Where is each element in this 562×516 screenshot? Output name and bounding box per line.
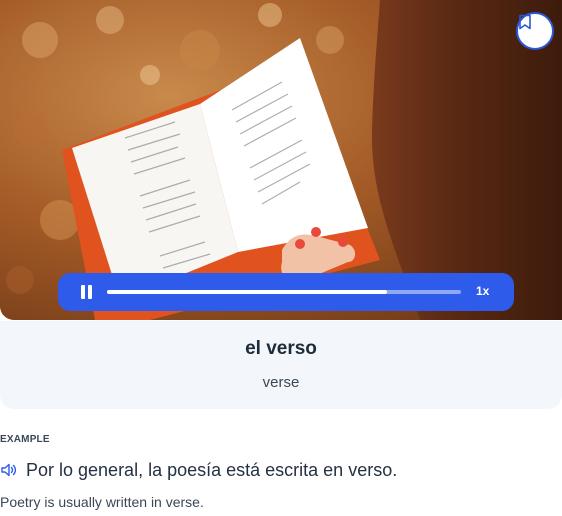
- pause-icon[interactable]: [78, 283, 94, 301]
- bookmark-button[interactable]: [516, 12, 554, 50]
- word-term: el verso: [245, 338, 317, 359]
- example-translation: Poetry is usually written in verse.: [0, 494, 204, 510]
- book-photo-illustration: [0, 0, 562, 320]
- audio-player: 1x: [58, 273, 514, 311]
- bookmark-icon: [519, 14, 531, 30]
- audio-progress-track[interactable]: [107, 290, 461, 294]
- audio-progress-fill: [107, 290, 387, 294]
- word-translation: verse: [262, 374, 300, 391]
- word-card: el verso verse: [0, 321, 562, 409]
- playback-speed-button[interactable]: 1x: [476, 284, 489, 298]
- example-label: EXAMPLE: [0, 434, 50, 445]
- word-image: 1x: [0, 0, 562, 320]
- speaker-icon[interactable]: [0, 461, 18, 479]
- example-sentence: Por lo general, la poesía está escrita e…: [26, 459, 398, 480]
- example-row: Por lo general, la poesía está escrita e…: [0, 458, 397, 482]
